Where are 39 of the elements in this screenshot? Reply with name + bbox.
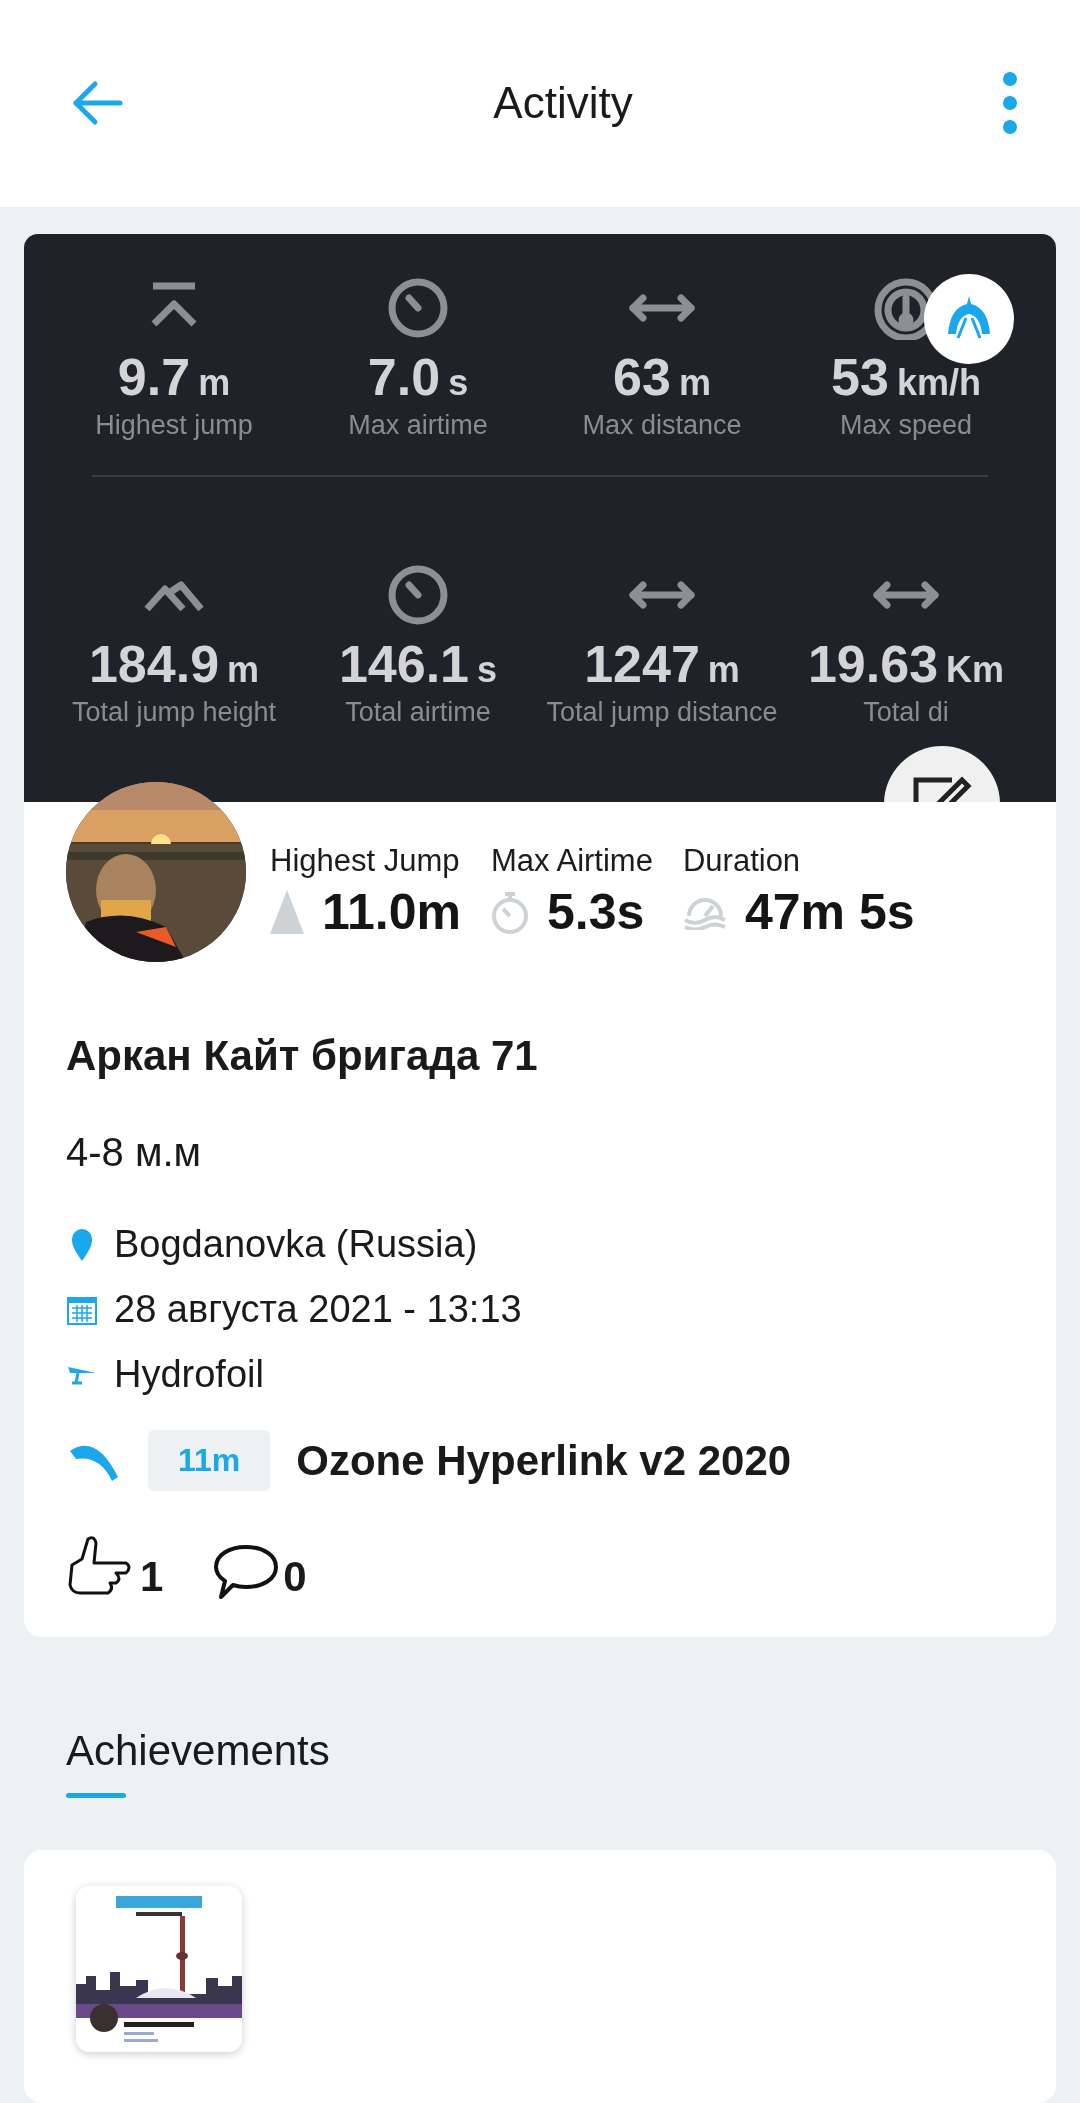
stat-value: 63 m: [613, 346, 711, 408]
stat-value: 47m 5s: [744, 883, 915, 942]
kite-size-tag: 11m: [148, 1430, 271, 1492]
stat-label: Total jump height: [71, 697, 277, 729]
comment-icon[interactable]: [213, 1543, 280, 1602]
stat-value: 19.63 Km: [807, 633, 1005, 695]
likes-count: 1: [140, 1553, 164, 1602]
activity-title: Аркан Кайт бригада 71: [66, 1032, 539, 1081]
kite-name: Ozone Hyperlink v2 2020: [296, 1436, 792, 1485]
stat-value: 184.9 m: [88, 633, 260, 695]
stat-label: Highest jump: [95, 409, 253, 441]
stat-label: Max Airtime: [491, 843, 653, 880]
stat-value: 7.0 s: [367, 346, 469, 408]
stat-label: Max airtime: [348, 409, 488, 441]
stat-value: 9.7 m: [117, 346, 231, 408]
peak-icon: [270, 890, 304, 935]
stat-label: Duration: [682, 843, 802, 880]
detail-text: 28 августа 2021 - 13:13: [114, 1288, 522, 1332]
more-options-button[interactable]: [1000, 71, 1020, 136]
comments-count: 0: [283, 1553, 307, 1602]
screen-title: Activity: [493, 78, 633, 129]
stat-value: 146.1 s: [338, 633, 498, 695]
more-options-icon: [1000, 71, 1020, 136]
edit-icon: [912, 774, 972, 803]
stat-value: 11.0m: [322, 883, 461, 942]
section-title: Achievements: [66, 1727, 330, 1776]
stat-value: 5.3s: [547, 883, 645, 942]
stat-label: Max speed: [839, 409, 973, 441]
stopwatch-icon: [491, 890, 529, 935]
stat-label: Total airtime: [345, 697, 491, 729]
stat-label: Highest Jump: [270, 843, 461, 880]
stat-label: Max distance: [582, 409, 742, 441]
stat-label: Total jump distance: [546, 697, 778, 729]
stat-label: Total di: [863, 697, 949, 729]
detail-text: Bogdanovka (Russia): [114, 1223, 478, 1267]
stat-value: 1247 m: [584, 633, 740, 695]
stat-value: 53 km/h: [831, 346, 981, 408]
activity-subtitle: 4-8 м.м: [66, 1130, 203, 1176]
detail-text: Hydrofoil: [114, 1353, 264, 1397]
